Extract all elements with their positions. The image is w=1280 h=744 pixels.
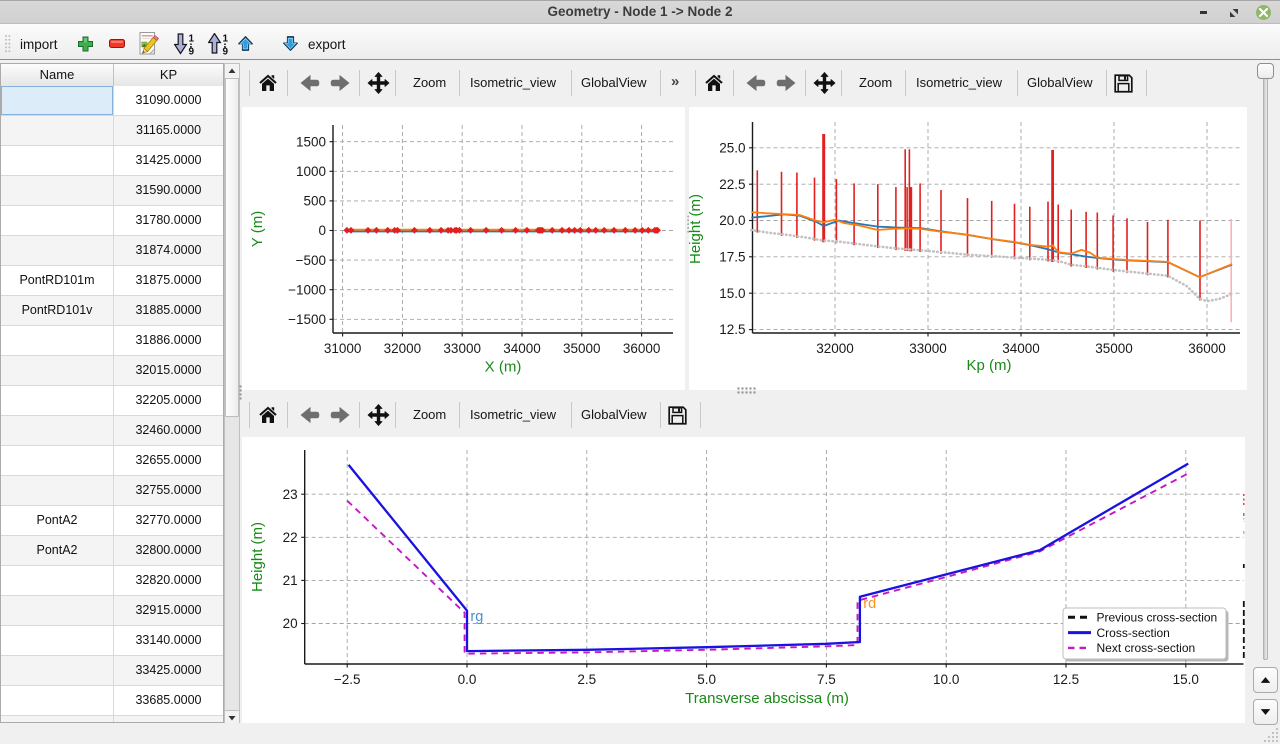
svg-text:17.5: 17.5 bbox=[719, 250, 745, 265]
svg-text:10.0: 10.0 bbox=[933, 672, 959, 687]
svg-text:1: 1 bbox=[189, 34, 195, 45]
svg-text:Y (m): Y (m) bbox=[249, 211, 266, 247]
svg-text:−500: −500 bbox=[296, 253, 326, 268]
svg-text:−1000: −1000 bbox=[288, 282, 326, 297]
svg-text:Kp (m): Kp (m) bbox=[967, 357, 1012, 374]
svg-text:31000: 31000 bbox=[324, 341, 362, 356]
svg-text:2.5: 2.5 bbox=[577, 672, 596, 687]
svg-text:1000: 1000 bbox=[296, 164, 326, 179]
svg-text:35000: 35000 bbox=[563, 341, 601, 356]
svg-text:35000: 35000 bbox=[1095, 341, 1133, 356]
svg-text:33000: 33000 bbox=[443, 341, 481, 356]
svg-text:34000: 34000 bbox=[503, 341, 541, 356]
svg-text:32000: 32000 bbox=[816, 341, 854, 356]
svg-text:Previous cross-section: Previous cross-section bbox=[1097, 611, 1218, 625]
svg-text:−2.5: −2.5 bbox=[334, 672, 361, 687]
svg-text:Height (m): Height (m) bbox=[689, 194, 704, 264]
svg-text:15.0: 15.0 bbox=[1173, 672, 1199, 687]
svg-text:1500: 1500 bbox=[296, 134, 326, 149]
svg-text:12.5: 12.5 bbox=[1053, 672, 1079, 687]
svg-text:Next cross-section: Next cross-section bbox=[1097, 641, 1196, 655]
svg-text:Cross-section: Cross-section bbox=[1097, 626, 1170, 640]
svg-text:rd: rd bbox=[863, 596, 876, 612]
svg-text:36000: 36000 bbox=[1188, 341, 1226, 356]
svg-text:9: 9 bbox=[223, 47, 229, 56]
svg-text:9: 9 bbox=[189, 47, 195, 56]
svg-text:Transverse abscissa (m): Transverse abscissa (m) bbox=[685, 690, 849, 707]
svg-text:500: 500 bbox=[303, 194, 326, 209]
svg-text:12.5: 12.5 bbox=[719, 322, 745, 337]
svg-text:−1500: −1500 bbox=[288, 312, 326, 327]
svg-text:23: 23 bbox=[283, 487, 298, 502]
svg-text:22.5: 22.5 bbox=[719, 177, 745, 192]
svg-text:36000: 36000 bbox=[623, 341, 661, 356]
svg-text:33000: 33000 bbox=[909, 341, 947, 356]
svg-text:20.0: 20.0 bbox=[719, 213, 745, 228]
svg-text:21: 21 bbox=[283, 573, 298, 588]
svg-text:X (m): X (m) bbox=[485, 359, 522, 376]
svg-text:1: 1 bbox=[223, 34, 229, 45]
svg-text:7.5: 7.5 bbox=[817, 672, 836, 687]
svg-text:rg: rg bbox=[470, 609, 483, 625]
svg-text:Height (m): Height (m) bbox=[249, 522, 266, 592]
svg-text:0.0: 0.0 bbox=[458, 672, 477, 687]
svg-text:20: 20 bbox=[283, 616, 298, 631]
svg-text:34000: 34000 bbox=[1002, 341, 1040, 356]
svg-text:25.0: 25.0 bbox=[719, 141, 745, 156]
svg-text:22: 22 bbox=[283, 530, 298, 545]
svg-text:32000: 32000 bbox=[384, 341, 422, 356]
svg-text:0: 0 bbox=[318, 223, 326, 238]
svg-text:5.0: 5.0 bbox=[697, 672, 716, 687]
svg-text:15.0: 15.0 bbox=[719, 286, 745, 301]
